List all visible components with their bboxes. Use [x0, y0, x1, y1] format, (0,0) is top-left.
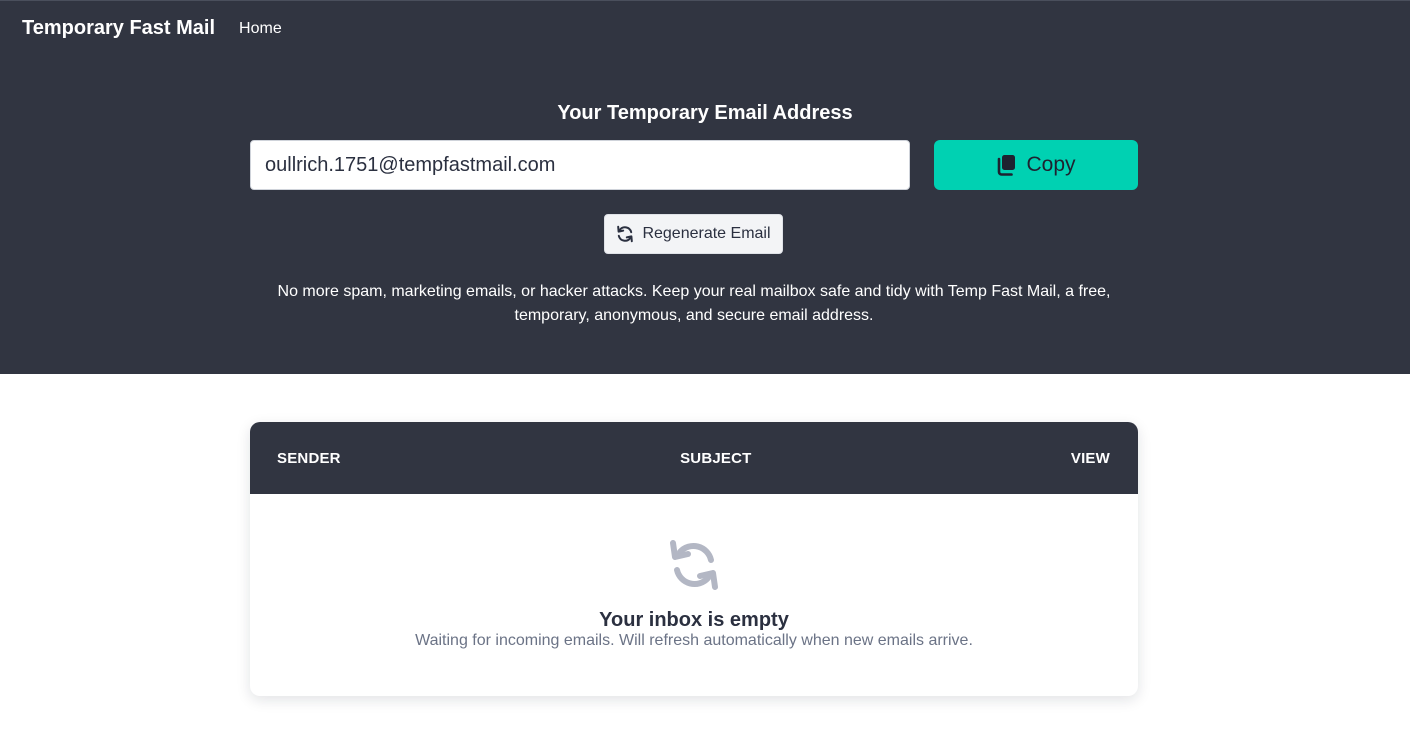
- navbar: Temporary Fast Mail Home: [0, 1, 1410, 56]
- sync-icon: [670, 540, 718, 590]
- inbox-table-header: SENDER SUBJECT VIEW: [250, 422, 1138, 494]
- column-header-sender: SENDER: [277, 449, 341, 467]
- inbox-table: SENDER SUBJECT VIEW Your inbox is empty …: [250, 422, 1138, 696]
- copy-button-label: Copy: [1026, 153, 1076, 176]
- brand-logo-link[interactable]: Temporary Fast Mail: [22, 17, 215, 40]
- empty-inbox-subtitle: Waiting for incoming emails. Will refres…: [415, 632, 973, 649]
- regenerate-email-label: Regenerate Email: [642, 225, 771, 242]
- regenerate-email-button[interactable]: Regenerate Email: [604, 214, 783, 254]
- email-address-row: Copy: [250, 140, 1138, 190]
- tagline-text: No more spam, marketing emails, or hacke…: [277, 283, 1111, 324]
- page-title: Your Temporary Email Address: [557, 102, 853, 124]
- column-header-view: VIEW: [1070, 449, 1110, 467]
- copy-button[interactable]: Copy: [934, 140, 1138, 190]
- column-header-subject: SUBJECT: [680, 449, 752, 467]
- hero-section: Temporary Fast Mail Home Your Temporary …: [0, 0, 1410, 374]
- email-address-field[interactable]: [250, 140, 910, 190]
- nav-home-link[interactable]: Home: [239, 20, 282, 38]
- inbox-empty-state: Your inbox is empty Waiting for incoming…: [250, 494, 1138, 651]
- refresh-icon: [617, 225, 634, 243]
- empty-inbox-title: Your inbox is empty: [599, 609, 789, 631]
- copy-icon: [998, 155, 1016, 176]
